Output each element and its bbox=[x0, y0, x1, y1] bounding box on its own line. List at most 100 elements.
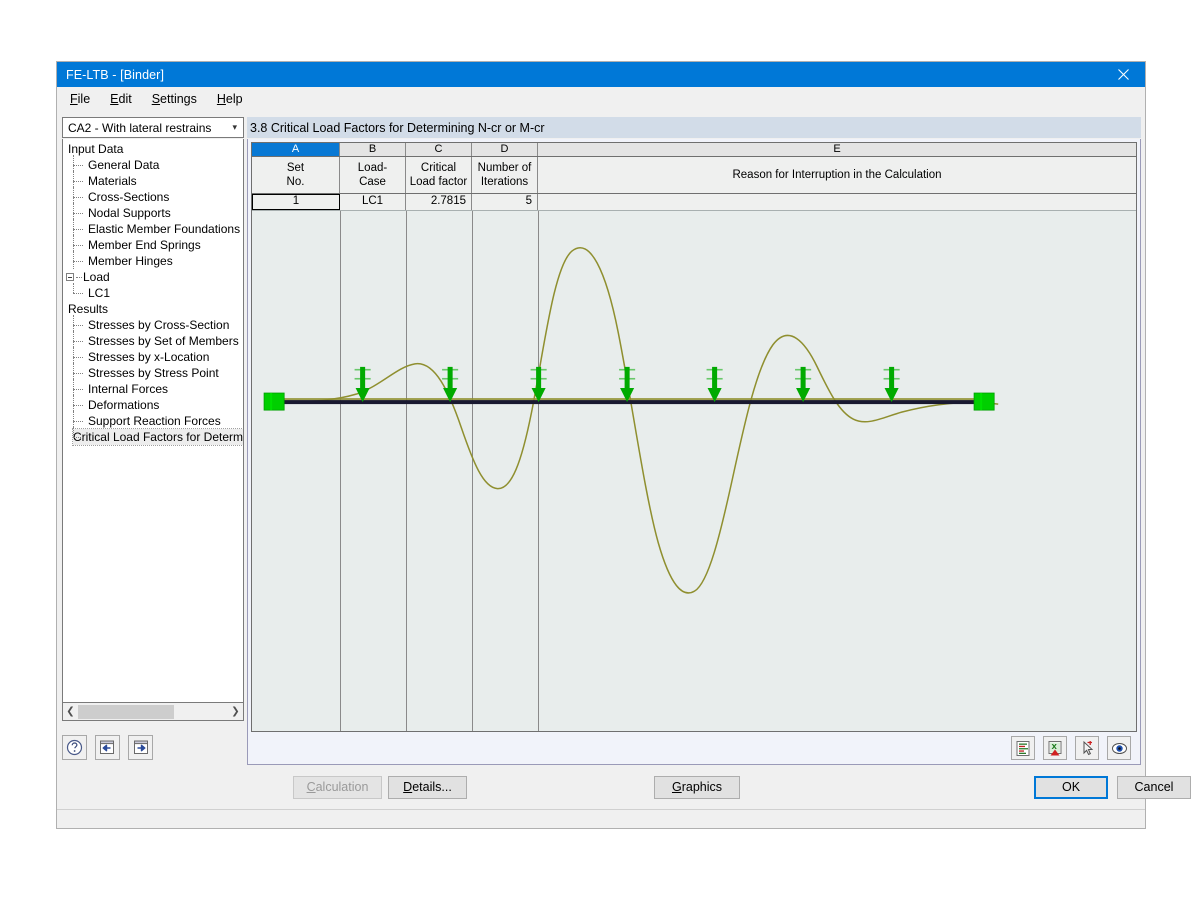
cell-load-case[interactable]: LC1 bbox=[340, 194, 406, 210]
help-button[interactable] bbox=[62, 734, 87, 760]
cell-reason[interactable] bbox=[538, 194, 1136, 210]
excel-export-icon[interactable]: X bbox=[1043, 736, 1067, 760]
tree-item-elastic-member-foundations[interactable]: Elastic Member Foundations bbox=[63, 219, 243, 237]
chevron-left-icon[interactable]: ❮ bbox=[63, 704, 78, 720]
cell-set-no[interactable]: 1 bbox=[252, 194, 340, 210]
cancel-button[interactable]: Cancel bbox=[1117, 775, 1191, 799]
menu-file[interactable]: File bbox=[70, 92, 90, 106]
column-letter-c[interactable]: C bbox=[406, 143, 472, 156]
main-panel: 3.8 Critical Load Factors for Determinin… bbox=[247, 111, 1141, 765]
close-icon[interactable] bbox=[1101, 62, 1145, 87]
tree-item-deformations[interactable]: Deformations bbox=[63, 395, 243, 413]
ok-button[interactable]: OK bbox=[1034, 775, 1108, 799]
header-line-2: Case bbox=[359, 176, 386, 188]
scrollbar-trough[interactable] bbox=[78, 703, 228, 720]
header-line-1: Load- bbox=[357, 162, 388, 174]
tree-item-stresses-by-stress-point[interactable]: Stresses by Stress Point bbox=[63, 363, 243, 381]
details-button[interactable]: Details... bbox=[388, 775, 467, 799]
header-line-2: No. bbox=[286, 176, 305, 188]
tree-item-label: Support Reaction Forces bbox=[88, 414, 221, 428]
table-icon-toolbar: X bbox=[248, 732, 1140, 764]
tree-item-materials[interactable]: Materials bbox=[63, 171, 243, 189]
tree-item-stresses-by-x-location[interactable]: Stresses by x-Location bbox=[63, 347, 243, 365]
tree-item-lc1[interactable]: LC1 bbox=[63, 283, 243, 301]
column-letter-b[interactable]: B bbox=[340, 143, 406, 156]
header-line-1: Set bbox=[286, 162, 305, 174]
menu-edit[interactable]: Edit bbox=[110, 92, 132, 106]
tree-item-label: General Data bbox=[88, 158, 160, 172]
tree-item-label: Materials bbox=[88, 174, 137, 188]
column-header-d: Number of Iterations bbox=[472, 157, 538, 193]
scrollbar-thumb[interactable] bbox=[78, 704, 174, 719]
tree-item-label: Load bbox=[83, 270, 110, 284]
column-letter-a[interactable]: A bbox=[252, 143, 340, 156]
eye-icon[interactable] bbox=[1107, 736, 1131, 760]
tree-item-internal-forces[interactable]: Internal Forces bbox=[63, 379, 243, 397]
previous-button[interactable] bbox=[95, 734, 120, 760]
sidebar: CA2 - With lateral restrains ▾ Input Dat… bbox=[62, 111, 244, 765]
cell-number-of-iterations[interactable]: 5 bbox=[472, 194, 538, 210]
tree-item-stresses-by-cross-section[interactable]: Stresses by Cross-Section bbox=[63, 315, 243, 333]
column-header-c: Critical Load factor bbox=[406, 157, 472, 193]
calculation-button-rest: alculation bbox=[315, 780, 369, 794]
screenshot-root: FE-LTB - [Binder] File Edit Settings Hel… bbox=[0, 0, 1200, 900]
tree-item-label: Stresses by x-Location bbox=[88, 350, 210, 364]
menu-edit-rest: dit bbox=[118, 91, 132, 106]
column-letter-d[interactable]: D bbox=[472, 143, 538, 156]
svg-text:X: X bbox=[1051, 743, 1057, 751]
tree-item-input-data[interactable]: Input Data bbox=[63, 141, 243, 157]
chevron-down-icon: ▾ bbox=[232, 121, 237, 132]
tree-item-label: Deformations bbox=[88, 398, 160, 412]
window-title: FE-LTB - [Binder] bbox=[66, 67, 165, 82]
graphics-button-rest: raphics bbox=[681, 780, 723, 794]
tree-item-label: Input Data bbox=[68, 142, 124, 156]
tree-item-load[interactable]: Load bbox=[63, 269, 243, 285]
header-line-1: Critical bbox=[420, 162, 457, 174]
menu-file-rest: ile bbox=[77, 91, 91, 106]
column-divider-d bbox=[538, 211, 539, 731]
column-header-a: Set No. bbox=[252, 157, 340, 193]
next-button[interactable] bbox=[128, 734, 153, 760]
column-letter-e[interactable]: E bbox=[538, 143, 1136, 156]
tree-item-label: Stresses by Cross-Section bbox=[88, 318, 230, 332]
menu-help[interactable]: Help bbox=[217, 92, 243, 106]
tree-item-cross-sections[interactable]: Cross-Sections bbox=[63, 187, 243, 205]
menu-settings[interactable]: Settings bbox=[152, 92, 197, 106]
table-body[interactable] bbox=[252, 211, 1136, 731]
title-bar: FE-LTB - [Binder] bbox=[57, 62, 1145, 87]
tree-item-stresses-by-set-of-members[interactable]: Stresses by Set of Members bbox=[63, 331, 243, 349]
cursor-select-icon[interactable] bbox=[1075, 736, 1099, 760]
cell-critical-load-factor[interactable]: 2.7815 bbox=[406, 194, 472, 210]
tree-item-critical-load-factors-for-determ[interactable]: Critical Load Factors for Determ bbox=[63, 427, 243, 446]
status-bar bbox=[57, 809, 1145, 828]
column-divider-b bbox=[406, 211, 407, 731]
sidebar-horizontal-scrollbar[interactable]: ❮ ❯ bbox=[62, 703, 244, 721]
panel-title: 3.8 Critical Load Factors for Determinin… bbox=[247, 117, 1141, 138]
column-letter-row: ABCDE bbox=[252, 143, 1136, 157]
chevron-right-icon[interactable]: ❯ bbox=[228, 704, 243, 720]
tree-item-general-data[interactable]: General Data bbox=[63, 155, 243, 173]
tree-item-label: LC1 bbox=[88, 286, 111, 300]
tree-item-member-end-springs[interactable]: Member End Springs bbox=[63, 235, 243, 253]
tree-connector-icon bbox=[71, 427, 83, 445]
header-line-2: Iterations bbox=[480, 176, 529, 188]
navigation-tree[interactable]: Input Data General Data Materials Cross-Sec… bbox=[62, 139, 244, 703]
table-row[interactable]: 1 LC1 2.7815 5 bbox=[252, 194, 1136, 211]
case-selector-value: CA2 - With lateral restrains bbox=[68, 120, 212, 135]
graphics-button[interactable]: Graphics bbox=[654, 775, 740, 799]
tree-item-results[interactable]: Results bbox=[63, 301, 243, 317]
details-button-rest: etails... bbox=[412, 780, 452, 794]
collapse-toggle-icon[interactable] bbox=[66, 269, 83, 285]
column-divider-c bbox=[472, 211, 473, 731]
case-selector-dropdown[interactable]: CA2 - With lateral restrains ▾ bbox=[62, 117, 244, 138]
calculation-button[interactable]: Calculation bbox=[293, 775, 382, 799]
menu-settings-rest: ettings bbox=[160, 91, 197, 106]
content-area: ABCDE Set No. Load- Case Critical Load factor… bbox=[247, 139, 1141, 765]
tree-item-label: Elastic Member Foundations bbox=[88, 222, 241, 236]
tree-item-support-reaction-forces[interactable]: Support Reaction Forces bbox=[63, 411, 243, 429]
tree-item-nodal-supports[interactable]: Nodal Supports bbox=[63, 203, 243, 221]
tree-item-label: Nodal Supports bbox=[88, 206, 171, 220]
menu-help-rest: elp bbox=[225, 91, 243, 106]
report-icon[interactable] bbox=[1011, 736, 1035, 760]
tree-item-member-hinges[interactable]: Member Hinges bbox=[63, 251, 243, 269]
